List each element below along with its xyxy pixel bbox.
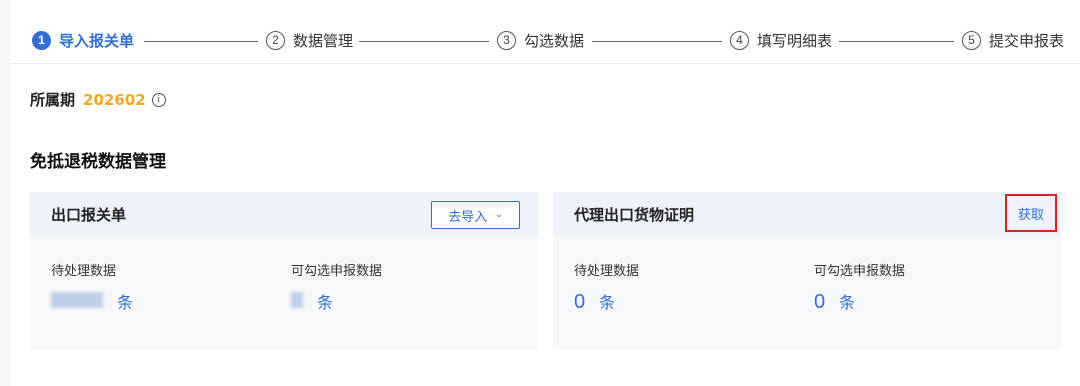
stat-unit: 条	[317, 293, 334, 312]
stat-value: 0	[814, 291, 826, 313]
steps-bar: 1 导入报关单 2 数据管理 3 勾选数据 4 填写明细表 5 提交申报表	[10, 0, 1080, 64]
stat-unit: 条	[117, 293, 134, 312]
stat-selectable: 可勾选申报数据 条	[291, 260, 382, 313]
period-row: 所属期 202602 i	[30, 89, 166, 110]
step-label: 提交申报表	[989, 32, 1065, 50]
card-agent-export-certificate: 代理出口货物证明 获取 待处理数据 0 条 可勾选申报数据 0 条	[553, 192, 1061, 350]
stat-unit: 条	[599, 293, 616, 312]
step-submit[interactable]: 5 提交申报表	[962, 30, 1064, 51]
step-label: 数据管理	[293, 32, 354, 50]
step-connector	[359, 41, 489, 42]
stat-label: 可勾选申报数据	[291, 264, 383, 279]
page: 1 导入报关单 2 数据管理 3 勾选数据 4 填写明细表 5 提交申报表 所属…	[10, 0, 1080, 386]
stat-value-row: 0 条	[814, 289, 905, 314]
stat-selectable: 可勾选申报数据 0 条	[814, 260, 905, 314]
step-connector	[839, 41, 954, 42]
step-number: 4	[730, 31, 749, 50]
import-dropdown-button[interactable]: 去导入 ⌄	[431, 201, 520, 229]
stat-label: 可勾选申报数据	[814, 264, 906, 279]
step-label: 勾选数据	[524, 32, 585, 50]
get-button[interactable]: 获取	[1005, 194, 1057, 232]
import-button-label: 去导入	[448, 209, 488, 225]
stat-label: 待处理数据	[574, 264, 640, 279]
blurred-value	[291, 292, 303, 308]
step-number: 3	[497, 31, 516, 50]
step-import[interactable]: 1 导入报关单	[32, 30, 134, 51]
section-title: 免抵退税数据管理	[30, 152, 166, 172]
stat-pending: 待处理数据 0 条	[574, 260, 639, 314]
card-header: 出口报关单 去导入 ⌄	[30, 192, 538, 236]
period-label: 所属期	[30, 91, 76, 109]
card-title: 出口报关单	[51, 205, 127, 224]
step-number: 1	[32, 31, 51, 50]
stat-unit: 条	[839, 293, 856, 312]
stat-label: 待处理数据	[51, 264, 117, 279]
info-circle-icon[interactable]: i	[151, 92, 166, 107]
stat-pending: 待处理数据 条	[51, 260, 133, 313]
blurred-value	[51, 292, 103, 308]
stat-value-row: 条	[51, 289, 133, 313]
stat-value: 0	[574, 291, 586, 313]
step-label: 导入报关单	[59, 32, 135, 50]
step-fill-details[interactable]: 4 填写明细表	[730, 30, 832, 51]
step-number: 5	[962, 31, 981, 50]
stat-value-row: 0 条	[574, 289, 639, 314]
step-number: 2	[266, 31, 285, 50]
step-connector	[592, 41, 722, 42]
chevron-down-icon: ⌄	[495, 210, 503, 220]
stat-value-row: 条	[291, 289, 382, 313]
card-export-declaration: 出口报关单 去导入 ⌄ 待处理数据 条 可勾选申报数据 条	[30, 192, 538, 350]
step-data-manage[interactable]: 2 数据管理	[266, 30, 353, 51]
card-header: 代理出口货物证明 获取	[553, 192, 1061, 236]
card-title: 代理出口货物证明	[574, 205, 695, 224]
step-connector	[144, 41, 258, 42]
step-select-data[interactable]: 3 勾选数据	[497, 30, 584, 51]
period-value: 202602	[83, 90, 146, 109]
step-label: 填写明细表	[757, 32, 833, 50]
